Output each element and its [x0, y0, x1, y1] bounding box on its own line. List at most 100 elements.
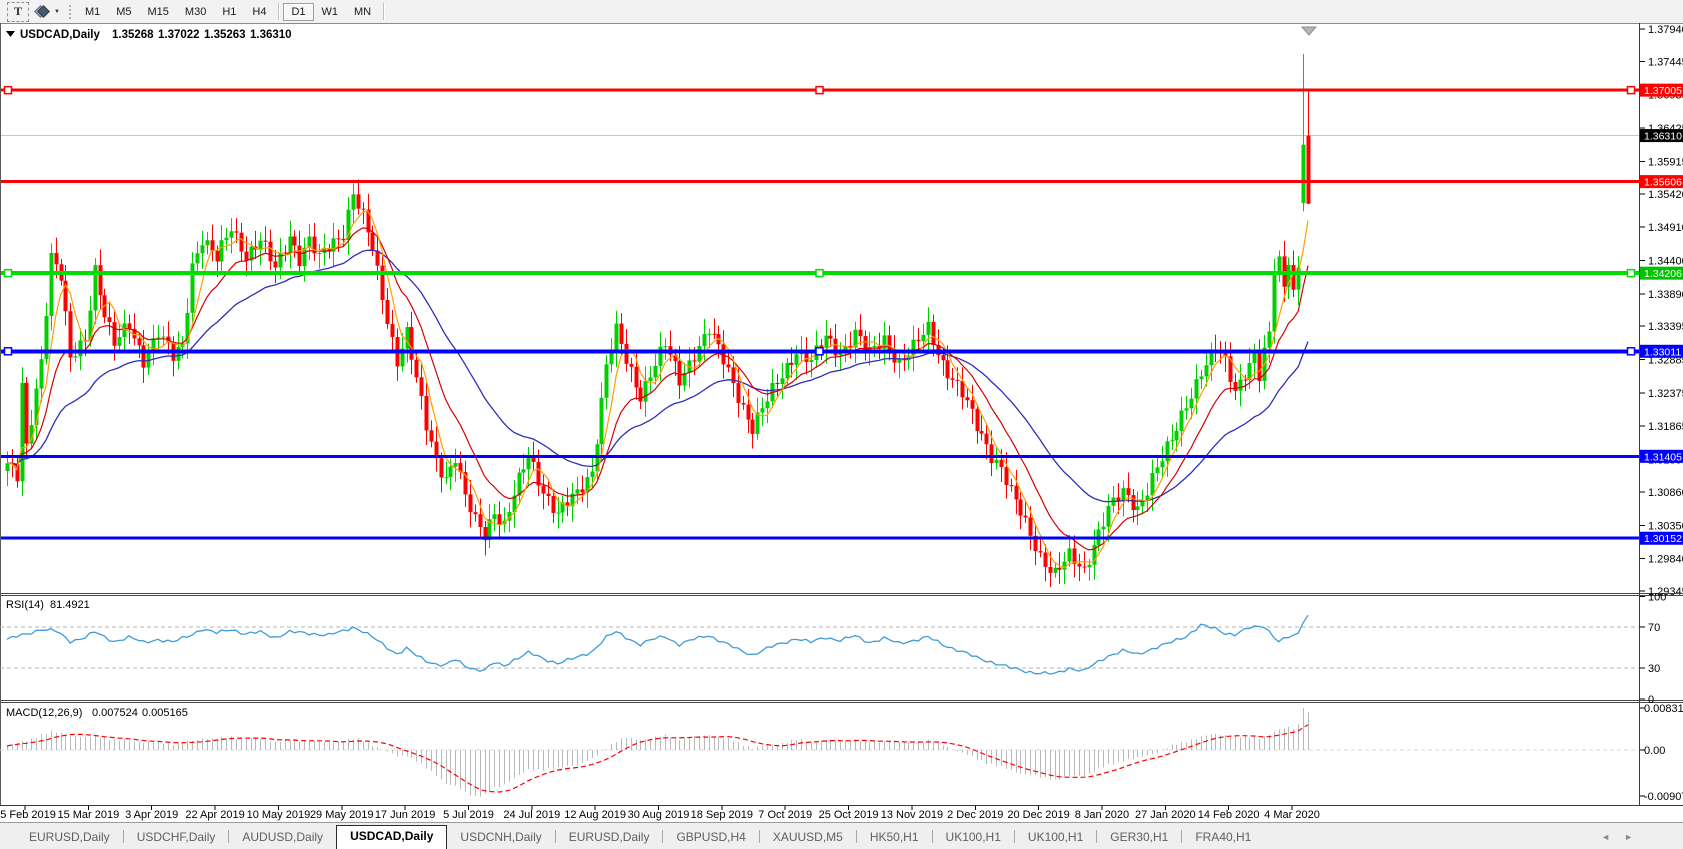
objects-tool-button[interactable]: ▼: [33, 3, 63, 21]
candle-body: [747, 405, 751, 420]
candle-body: [654, 366, 658, 378]
candle-body: [1136, 506, 1140, 510]
tab-scroll-right-icon[interactable]: ►: [1624, 832, 1647, 842]
toolbar-separator: [383, 3, 384, 20]
candle-body: [1171, 440, 1175, 441]
time-tick-label: 24 Jul 2019: [503, 809, 560, 821]
candle-body: [206, 240, 210, 245]
candle-body: [581, 489, 585, 492]
candle-body: [795, 354, 799, 365]
price-tick-label: 1.30860: [1648, 487, 1683, 499]
timeframe-button-h1[interactable]: H1: [214, 3, 244, 21]
chart-window: 1.379401.374451.369351.364251.359151.354…: [0, 23, 1683, 822]
line-handle[interactable]: [1628, 270, 1635, 277]
candle-body: [1253, 353, 1257, 363]
candle-body: [55, 253, 59, 264]
candle-body: [128, 323, 132, 328]
line-handle[interactable]: [1628, 87, 1635, 94]
candle-body: [352, 194, 356, 209]
line-handle[interactable]: [816, 270, 823, 277]
candle-body: [1015, 486, 1019, 500]
chart-tab-uk100-h1[interactable]: UK100,H1: [933, 827, 1014, 847]
svg-text:1.35606: 1.35606: [1644, 177, 1682, 189]
candle-body: [191, 263, 195, 313]
time-tick-label: 4 Mar 2020: [1264, 809, 1320, 821]
dropdown-caret-icon[interactable]: ▼: [54, 9, 60, 15]
candle-body: [113, 322, 117, 346]
candle-body: [927, 322, 931, 335]
chart-tab-usdchf-daily[interactable]: USDCHF,Daily: [124, 827, 229, 847]
chart-tab-gbpusd-h4[interactable]: GBPUSD,H4: [663, 827, 758, 847]
time-tick-label: 15 Mar 2019: [57, 809, 119, 821]
price-tick-label: 1.32375: [1648, 388, 1683, 400]
svg-text:1.33011: 1.33011: [1644, 346, 1681, 358]
candle-body: [1058, 568, 1062, 570]
svg-text:1.36310: 1.36310: [1644, 131, 1682, 143]
candle-body: [1205, 365, 1209, 376]
candle-body: [742, 403, 746, 405]
tab-scroll-left-icon[interactable]: ◄: [1601, 832, 1624, 842]
candle-body: [1054, 568, 1058, 573]
chart-tab-ger30-h1[interactable]: GER30,H1: [1097, 827, 1181, 847]
chart-tab-xauusd-m5[interactable]: XAUUSD,M5: [760, 827, 856, 847]
timeframe-button-m5[interactable]: M5: [108, 3, 139, 21]
timeframe-button-m15[interactable]: M15: [140, 3, 177, 21]
chart-tab-audusd-daily[interactable]: AUDUSD,Daily: [229, 827, 336, 847]
line-handle[interactable]: [816, 87, 823, 94]
diamonds-icon: [36, 3, 48, 21]
svg-text:MACD(12,26,9) 0.0075: MACD(12,26,9) 0.007524 0.005165: [6, 707, 188, 719]
candle-body: [1107, 506, 1111, 527]
timeframe-button-m30[interactable]: M30: [177, 3, 214, 21]
time-tick-label: 18 Sep 2019: [691, 809, 753, 821]
candle-body: [1180, 411, 1184, 431]
chart-canvas[interactable]: 1.379401.374451.369351.364251.359151.354…: [0, 23, 1683, 822]
candle-body: [995, 460, 999, 463]
time-tick-label: 13 Nov 2019: [881, 809, 943, 821]
candle-body: [829, 336, 833, 339]
candle-body: [1161, 461, 1165, 467]
chart-tab-usdcnh-daily[interactable]: USDCNH,Daily: [447, 827, 554, 847]
toolbar-separator: [278, 3, 279, 20]
timeframe-button-h4[interactable]: H4: [244, 3, 274, 21]
candle-body: [781, 378, 785, 384]
line-handle[interactable]: [1628, 348, 1635, 355]
candle-body: [1102, 527, 1106, 530]
candle-body: [864, 336, 868, 350]
chart-tab-uk100-h1[interactable]: UK100,H1: [1015, 827, 1096, 847]
price-tick-label: 1.37445: [1648, 56, 1683, 68]
toolbar-grip[interactable]: [69, 5, 71, 19]
chart-tab-eurusd-daily[interactable]: EURUSD,Daily: [556, 827, 663, 847]
candle-body: [1078, 564, 1082, 567]
time-axis[interactable]: 25 Feb 201915 Mar 20193 Apr 201922 Apr 2…: [0, 806, 1320, 821]
time-tick-label: 5 Jul 2019: [443, 809, 494, 821]
candle-body: [220, 240, 224, 261]
candle-body: [425, 396, 429, 430]
svg-text:1.37005: 1.37005: [1644, 85, 1682, 97]
macd-axis-label: -0.009071: [1644, 791, 1683, 803]
chart-tab-fra40-h1[interactable]: FRA40,H1: [1182, 827, 1264, 847]
candle-body: [1127, 488, 1131, 495]
line-handle[interactable]: [816, 348, 823, 355]
timeframe-button-mn[interactable]: MN: [346, 3, 379, 21]
timeframe-button-m1[interactable]: M1: [77, 3, 108, 21]
chart-tab-hk50-h1[interactable]: HK50,H1: [857, 827, 932, 847]
chart-tab-eurusd-daily[interactable]: EURUSD,Daily: [16, 827, 123, 847]
chart-tab-usdcad-daily[interactable]: USDCAD,Daily: [336, 825, 447, 849]
line-handle[interactable]: [5, 87, 12, 94]
candle-body: [591, 471, 595, 477]
price-tick-label: 1.29840: [1648, 554, 1683, 566]
candle-body: [138, 338, 142, 345]
candle-body: [942, 355, 946, 360]
candle-body: [284, 252, 288, 253]
candle-body: [1088, 565, 1092, 567]
timeframe-button-d1[interactable]: D1: [283, 3, 313, 21]
candle-body: [620, 324, 624, 344]
candle-body: [1190, 399, 1194, 409]
text-label-tool-button[interactable]: T: [7, 2, 29, 22]
price-tick-label: 1.35420: [1648, 189, 1683, 201]
line-handle[interactable]: [5, 270, 12, 277]
candle-body: [240, 233, 244, 252]
timeframe-button-w1[interactable]: W1: [314, 3, 347, 21]
candle-body: [1166, 441, 1170, 461]
line-handle[interactable]: [5, 348, 12, 355]
